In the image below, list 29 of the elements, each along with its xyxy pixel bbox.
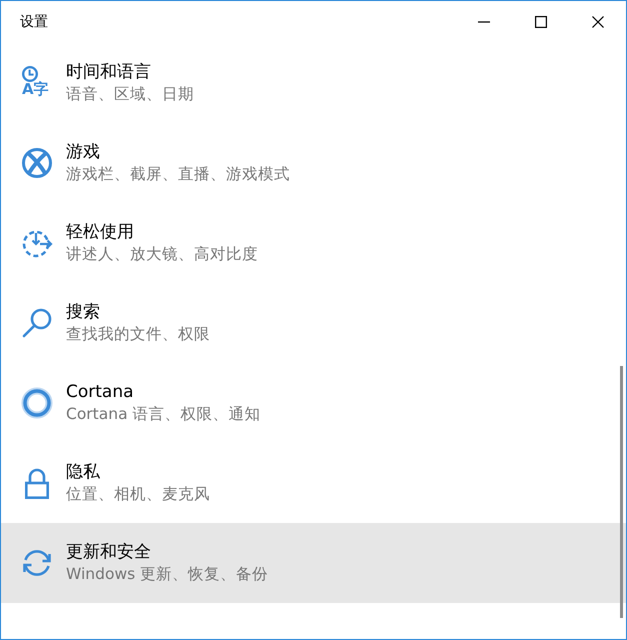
scrollbar-thumb[interactable] bbox=[620, 366, 623, 618]
settings-item[interactable]: 隐私 位置、相机、麦克风 bbox=[1, 443, 626, 523]
search-icon bbox=[21, 307, 53, 339]
item-subtitle: 游戏栏、截屏、直播、游戏模式 bbox=[66, 164, 290, 185]
settings-item[interactable]: 搜索 查找我的文件、权限 bbox=[1, 283, 626, 363]
crossed-ring-icon bbox=[21, 147, 53, 179]
settings-item[interactable]: 轻松使用 讲述人、放大镜、高对比度 bbox=[1, 203, 626, 283]
item-subtitle: 讲述人、放大镜、高对比度 bbox=[66, 244, 258, 265]
item-subtitle: 查找我的文件、权限 bbox=[66, 324, 210, 345]
item-title: 隐私 bbox=[66, 461, 101, 483]
close-icon bbox=[592, 16, 604, 28]
item-title: Cortana bbox=[66, 381, 135, 403]
item-title: 游戏 bbox=[66, 141, 101, 163]
item-subtitle: Cortana 语言、权限、通知 bbox=[66, 404, 261, 425]
item-title: 时间和语言 bbox=[66, 61, 152, 83]
item-subtitle: Windows 更新、恢复、备份 bbox=[66, 564, 268, 585]
settings-item[interactable]: 更新和安全 Windows 更新、恢复、备份 bbox=[1, 523, 626, 603]
window-title: 设置 bbox=[19, 13, 48, 32]
item-subtitle: 语音、区域、日期 bbox=[66, 84, 194, 105]
settings-item[interactable]: Cortana Cortana 语言、权限、通知 bbox=[1, 363, 626, 443]
item-title: 轻松使用 bbox=[66, 221, 135, 243]
refresh-arrows-icon bbox=[21, 547, 53, 579]
ring-icon bbox=[21, 387, 53, 419]
item-title: 搜索 bbox=[66, 301, 101, 323]
settings-item[interactable]: 游戏 游戏栏、截屏、直播、游戏模式 bbox=[1, 123, 626, 203]
item-title: 更新和安全 bbox=[66, 541, 152, 563]
item-subtitle: 位置、相机、麦克风 bbox=[66, 484, 210, 505]
maximize-icon bbox=[534, 16, 546, 28]
settings-item[interactable]: A字 时间和语言 语音、区域、日期 bbox=[1, 43, 626, 123]
